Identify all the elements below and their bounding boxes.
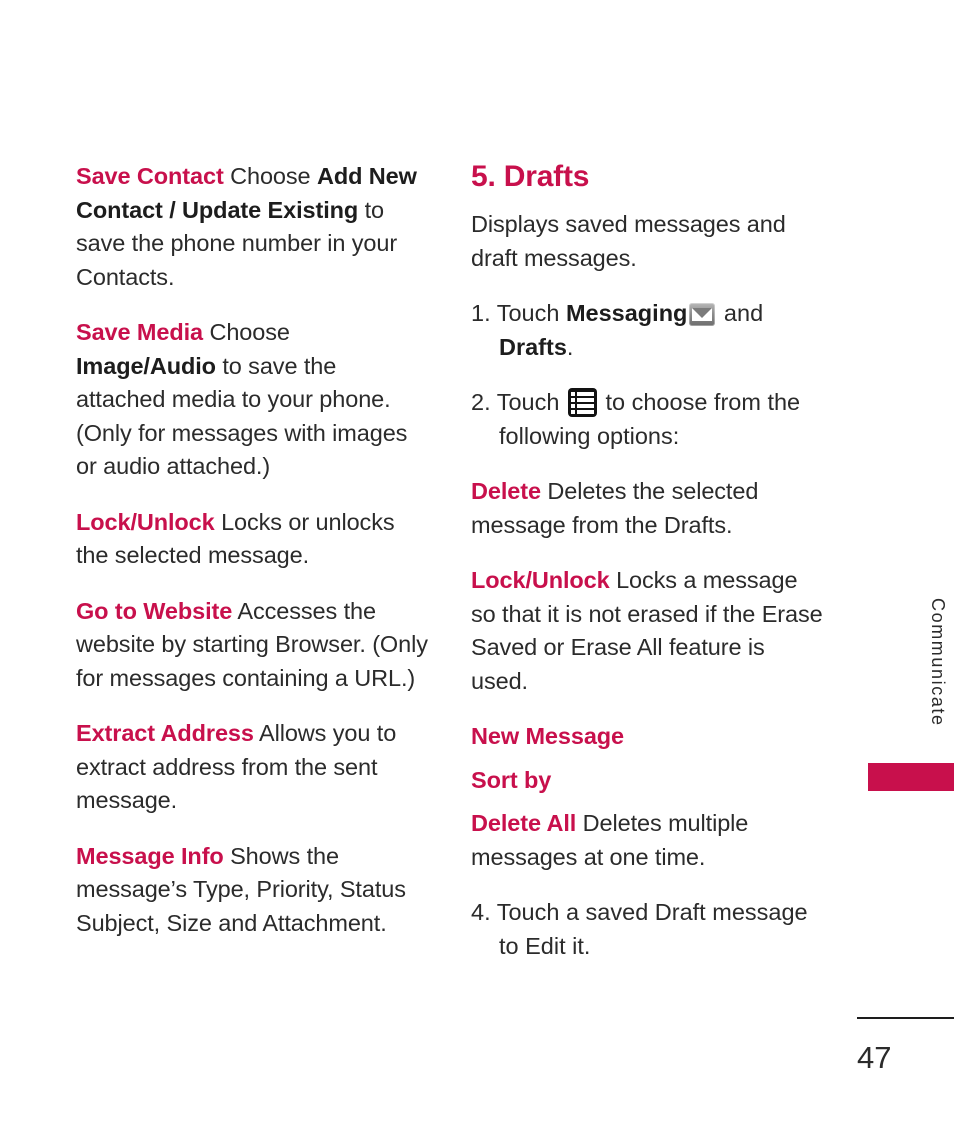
step-text: Touch <box>490 389 566 415</box>
option-lock-unlock: Lock/Unlock Locks a message so that it i… <box>471 564 823 698</box>
step-number: 4. <box>471 899 491 925</box>
entry-save-contact: Save Contact Choose Add New Contact / Up… <box>76 160 428 294</box>
step-2: 2. Touch to choose from the following op… <box>471 386 823 453</box>
term-go-to-website: Go to Website <box>76 597 233 624</box>
page-number: 47 <box>857 1040 892 1075</box>
side-tab-marker <box>868 763 954 791</box>
option-sort-by: Sort by <box>471 764 823 798</box>
entry-body: Choose <box>203 319 290 345</box>
step-1: 1. Touch Messaging and Drafts. <box>471 297 823 364</box>
section-heading: 5. Drafts <box>471 160 590 193</box>
step-4: 4. Touch a saved Draft message to Edit i… <box>471 896 823 963</box>
step-number: 2. <box>471 389 491 415</box>
step-bold-messaging: Messaging <box>565 300 688 326</box>
manual-page: Save Contact Choose Add New Contact / Up… <box>0 0 954 1145</box>
right-column: 5. Drafts Displays saved messages and dr… <box>471 160 823 979</box>
entry-save-media: Save Media Choose Image/Audio to save th… <box>76 316 428 484</box>
entry-bold: Image/Audio <box>76 352 216 379</box>
step-text: Touch <box>490 300 566 326</box>
left-column: Save Contact Choose Add New Contact / Up… <box>76 160 428 940</box>
entry-extract-address: Extract Address Allows you to extract ad… <box>76 717 428 818</box>
entry-go-to-website: Go to Website Accesses the website by st… <box>76 595 428 696</box>
term-new-message: New Message <box>471 723 625 749</box>
option-delete: Delete Deletes the selected message from… <box>471 475 823 542</box>
option-delete-all: Delete All Deletes multiple messages at … <box>471 807 823 874</box>
entry-body: Choose <box>223 163 317 189</box>
term-sort-by: Sort by <box>471 766 552 793</box>
entry-message-info: Message Info Shows the message’s Type, P… <box>76 840 428 941</box>
side-tab-label: Communicate <box>928 598 948 727</box>
step-number: 1. <box>471 300 491 326</box>
option-new-message: New Message <box>471 720 823 754</box>
term-lock-unlock: Lock/Unlock <box>471 567 610 593</box>
term-save-contact: Save Contact <box>76 163 224 189</box>
section-intro: Displays saved messages and draft messag… <box>471 211 786 271</box>
step-text: Touch a saved Draft message to Edit it. <box>490 899 808 959</box>
term-message-info: Message Info <box>76 842 224 869</box>
term-delete-all: Delete All <box>471 810 577 836</box>
footer-rule <box>857 1017 954 1019</box>
term-lock-unlock: Lock/Unlock <box>76 508 215 535</box>
list-menu-icon <box>567 388 597 417</box>
entry-lock-unlock: Lock/Unlock Locks or unlocks the selecte… <box>76 506 428 573</box>
term-extract-address: Extract Address <box>76 720 254 746</box>
term-save-media: Save Media <box>76 319 204 345</box>
term-delete: Delete <box>471 478 541 504</box>
step-text-middle: and <box>717 300 764 326</box>
envelope-icon <box>689 303 716 326</box>
step-bold-drafts: Drafts <box>499 333 567 360</box>
step-text-after: . <box>566 333 574 360</box>
